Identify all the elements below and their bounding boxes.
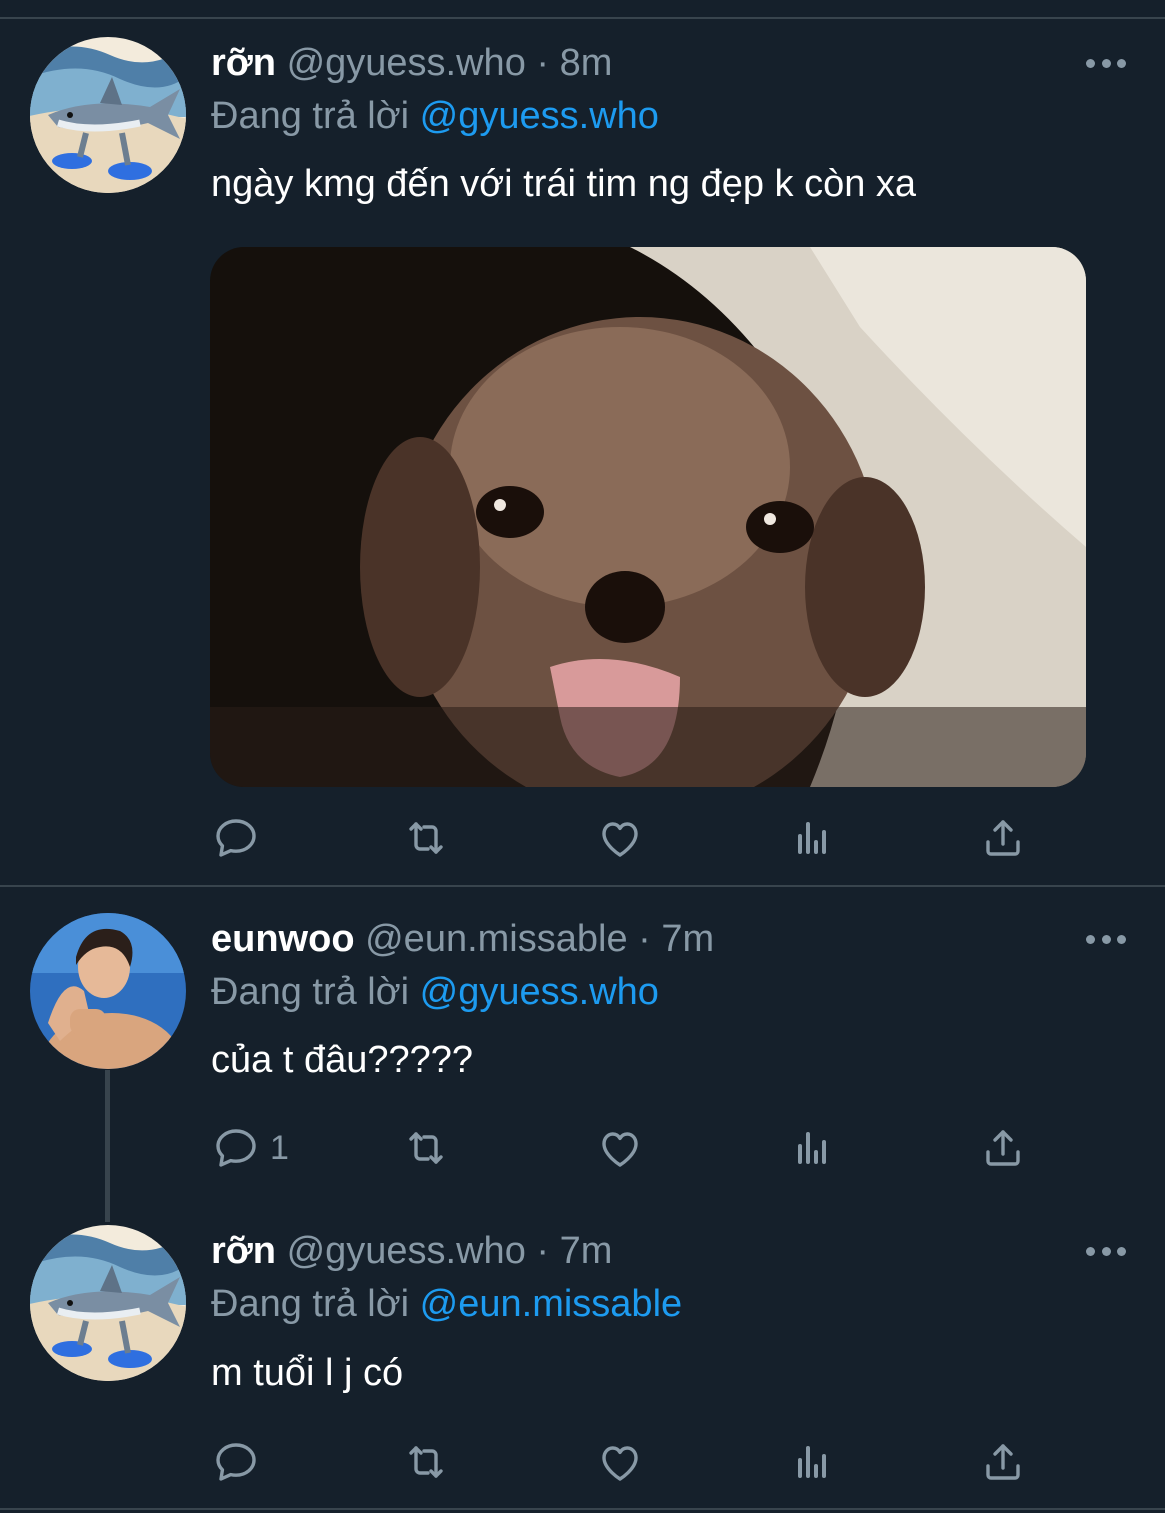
retweet-icon <box>402 1124 450 1172</box>
reply-button[interactable]: 1 <box>212 1123 289 1173</box>
retweet-icon <box>402 1438 450 1486</box>
person-avatar[interactable] <box>30 913 186 1069</box>
more-options-icon[interactable] <box>1086 59 1126 71</box>
analytics-button[interactable] <box>788 1437 836 1487</box>
timestamp[interactable]: · 7m <box>638 918 714 960</box>
mention-link[interactable]: @gyuess.who <box>420 971 659 1013</box>
replying-to: Đang trả lời @gyuess.who <box>211 95 659 138</box>
tweet[interactable]: eunwoo @eun.missable · 7m Đang trả lời @… <box>0 887 1165 1197</box>
mention-link[interactable]: @eun.missable <box>420 1283 682 1325</box>
tweet-text: m tuổi l j có <box>211 1352 404 1394</box>
tweet-actions: 1 <box>212 1123 1032 1173</box>
analytics-icon <box>788 814 836 862</box>
like-icon <box>596 814 644 862</box>
analytics-button[interactable] <box>788 1123 836 1173</box>
share-icon <box>979 1124 1027 1172</box>
analytics-icon <box>788 1124 836 1172</box>
user-handle[interactable]: @eun.missable <box>365 918 627 960</box>
replying-to-label: Đang trả lời <box>211 1283 410 1325</box>
replying-to-label: Đang trả lời <box>211 971 410 1013</box>
tweet[interactable]: rỡn @gyuess.who · 8m Đang trả lời @gyues… <box>0 0 1165 885</box>
tweet-actions <box>212 1437 1032 1487</box>
replying-to: Đang trả lời @eun.missable <box>211 1283 682 1326</box>
reply-icon <box>212 1124 260 1172</box>
tweet-header: rỡn @gyuess.who · 7m <box>211 1230 612 1273</box>
user-handle[interactable]: @gyuess.who <box>287 42 526 84</box>
tweet-header: eunwoo @eun.missable · 7m <box>211 918 714 961</box>
puppy-photo[interactable] <box>210 247 1086 787</box>
like-icon <box>596 1438 644 1486</box>
reply-icon <box>212 814 260 862</box>
analytics-button[interactable] <box>788 813 836 863</box>
retweet-button[interactable] <box>402 813 450 863</box>
timestamp[interactable]: · 8m <box>536 42 612 84</box>
display-name[interactable]: rỡn <box>211 42 276 84</box>
user-handle[interactable]: @gyuess.who <box>287 1230 526 1272</box>
shark-avatar[interactable] <box>30 37 186 193</box>
share-button[interactable] <box>979 1123 1027 1173</box>
share-icon <box>979 1438 1027 1486</box>
like-button[interactable] <box>596 1123 644 1173</box>
tweet-header: rỡn @gyuess.who · 8m <box>211 42 612 85</box>
more-options-icon[interactable] <box>1086 1247 1126 1259</box>
replying-to: Đang trả lời @gyuess.who <box>211 971 659 1014</box>
retweet-button[interactable] <box>402 1437 450 1487</box>
replying-to-label: Đang trả lời <box>211 95 410 137</box>
timestamp[interactable]: · 7m <box>536 1230 612 1272</box>
tweet-actions <box>212 813 1032 863</box>
share-icon <box>979 814 1027 862</box>
retweet-button[interactable] <box>402 1123 450 1173</box>
share-button[interactable] <box>979 813 1027 863</box>
bottom-divider <box>0 1508 1165 1510</box>
reply-button[interactable] <box>212 1437 270 1487</box>
tweet-text: của t đâu????? <box>211 1039 474 1081</box>
reply-button[interactable] <box>212 813 270 863</box>
mention-link[interactable]: @gyuess.who <box>420 95 659 137</box>
reply-icon <box>212 1438 260 1486</box>
retweet-icon <box>402 814 450 862</box>
more-options-icon[interactable] <box>1086 935 1126 947</box>
analytics-icon <box>788 1438 836 1486</box>
like-button[interactable] <box>596 813 644 863</box>
display-name[interactable]: eunwoo <box>211 918 355 960</box>
display-name[interactable]: rỡn <box>211 1230 276 1272</box>
shark-avatar[interactable] <box>30 1225 186 1381</box>
tweet[interactable]: rỡn @gyuess.who · 7m Đang trả lời @eun.m… <box>0 1197 1165 1513</box>
like-button[interactable] <box>596 1437 644 1487</box>
reply-count: 1 <box>270 1128 289 1167</box>
like-icon <box>596 1124 644 1172</box>
tweet-text: ngày kmg đến với trái tim ng đẹp k còn x… <box>211 163 917 205</box>
share-button[interactable] <box>979 1437 1027 1487</box>
